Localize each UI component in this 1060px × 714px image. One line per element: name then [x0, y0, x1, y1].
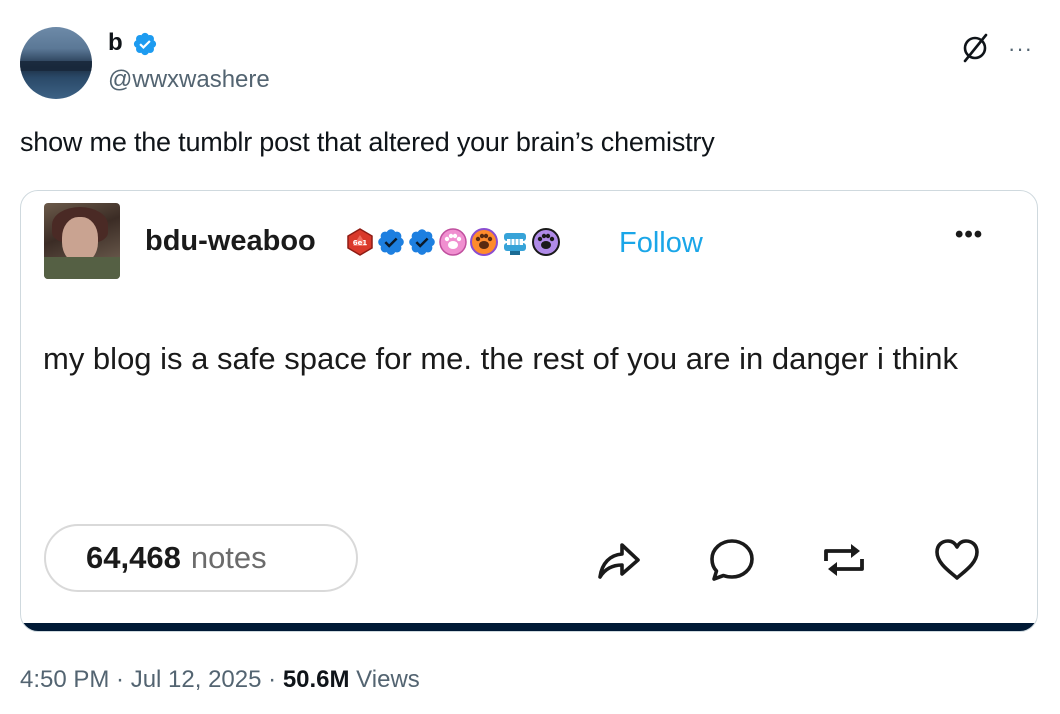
blog-badges: 6e1 — [345, 225, 561, 259]
more-options-icon[interactable]: ··· — [1008, 36, 1033, 62]
author-display-name[interactable]: b — [108, 29, 123, 57]
reply-icon[interactable] — [705, 533, 759, 587]
grok-icon[interactable] — [957, 30, 993, 66]
like-icon[interactable] — [930, 533, 984, 587]
card-bottom-bar — [21, 623, 1037, 631]
notes-label: notes — [190, 540, 267, 575]
notes-count: 64,468 — [86, 540, 181, 575]
notes-button[interactable]: 64,468 notes — [44, 524, 358, 592]
views-label: Views — [349, 666, 420, 693]
verified-badge-icon — [133, 32, 157, 56]
orange-paw-badge-icon — [470, 228, 498, 256]
purple-paw-badge-icon — [532, 228, 560, 256]
blue-check-badge-icon — [378, 229, 404, 255]
svg-text:6e1: 6e1 — [353, 239, 368, 247]
share-icon[interactable] — [592, 533, 646, 587]
tweet-timestamp[interactable]: 4:50 PM · Jul 12, 2025 · — [20, 666, 283, 693]
post-more-icon[interactable]: ••• — [955, 221, 983, 249]
author-avatar[interactable] — [20, 27, 92, 99]
quoted-tumblr-card[interactable]: bdu-weaboo 6e1 Follow ••• my blog is a s… — [20, 190, 1038, 632]
tweet-page: b @wwxwashere ··· show me the tumblr pos… — [0, 0, 1060, 714]
blog-name[interactable]: bdu-weaboo — [145, 225, 316, 258]
author-handle[interactable]: @wwxwashere — [108, 66, 270, 94]
tweet-text: show me the tumblr post that altered you… — [20, 127, 715, 157]
post-body: my blog is a safe space for me. the rest… — [43, 341, 958, 376]
chattering-teeth-badge-icon — [504, 233, 526, 255]
d20-badge-icon: 6e1 — [347, 228, 373, 256]
views-count: 50.6M — [282, 666, 350, 693]
reblog-icon[interactable] — [817, 533, 871, 587]
tweet-meta: 4:50 PM · Jul 12, 2025 · 50.6M Views — [20, 666, 420, 694]
blue-check-badge-icon — [409, 229, 435, 255]
blog-avatar[interactable] — [44, 203, 120, 279]
follow-button[interactable]: Follow — [619, 227, 703, 260]
pink-paw-badge-icon — [439, 228, 467, 256]
